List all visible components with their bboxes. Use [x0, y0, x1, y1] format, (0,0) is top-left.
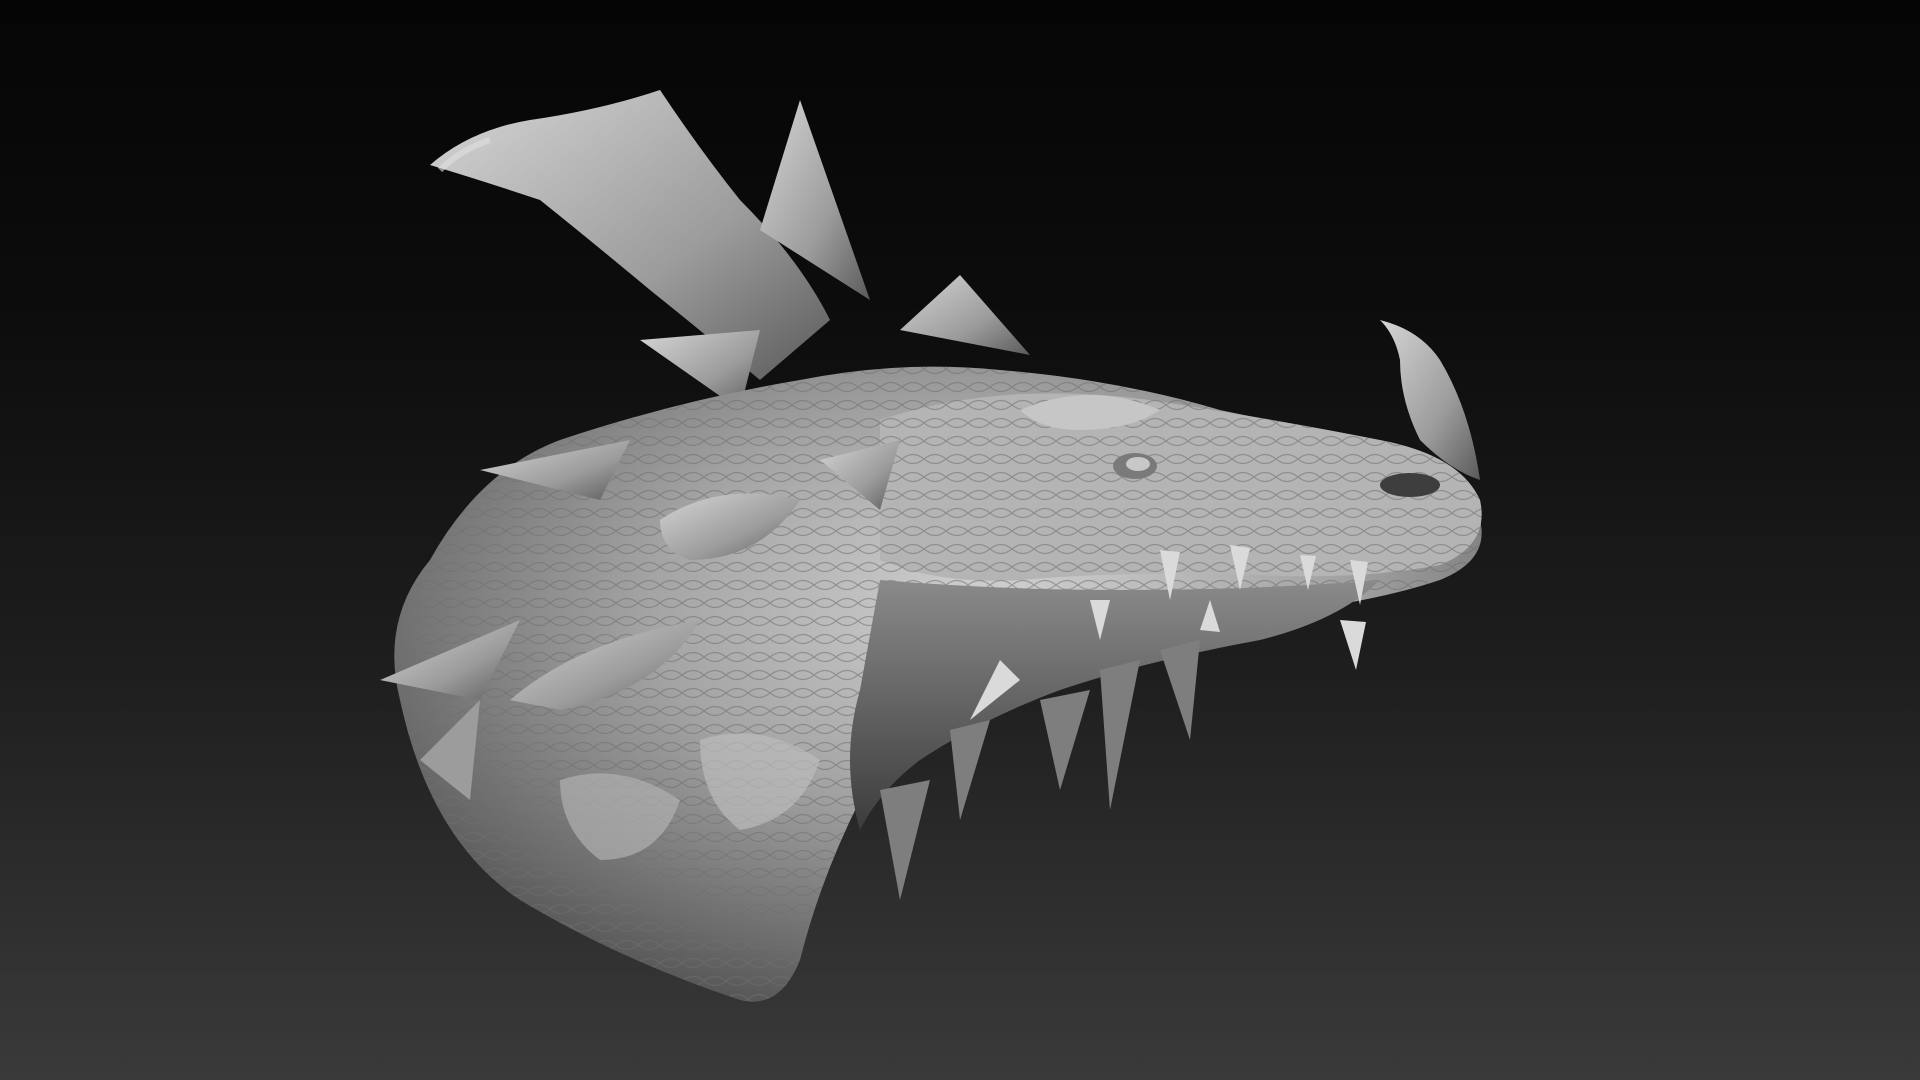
sculpt-viewport[interactable] [0, 0, 1920, 1080]
dragon-head-model [380, 90, 1482, 1002]
